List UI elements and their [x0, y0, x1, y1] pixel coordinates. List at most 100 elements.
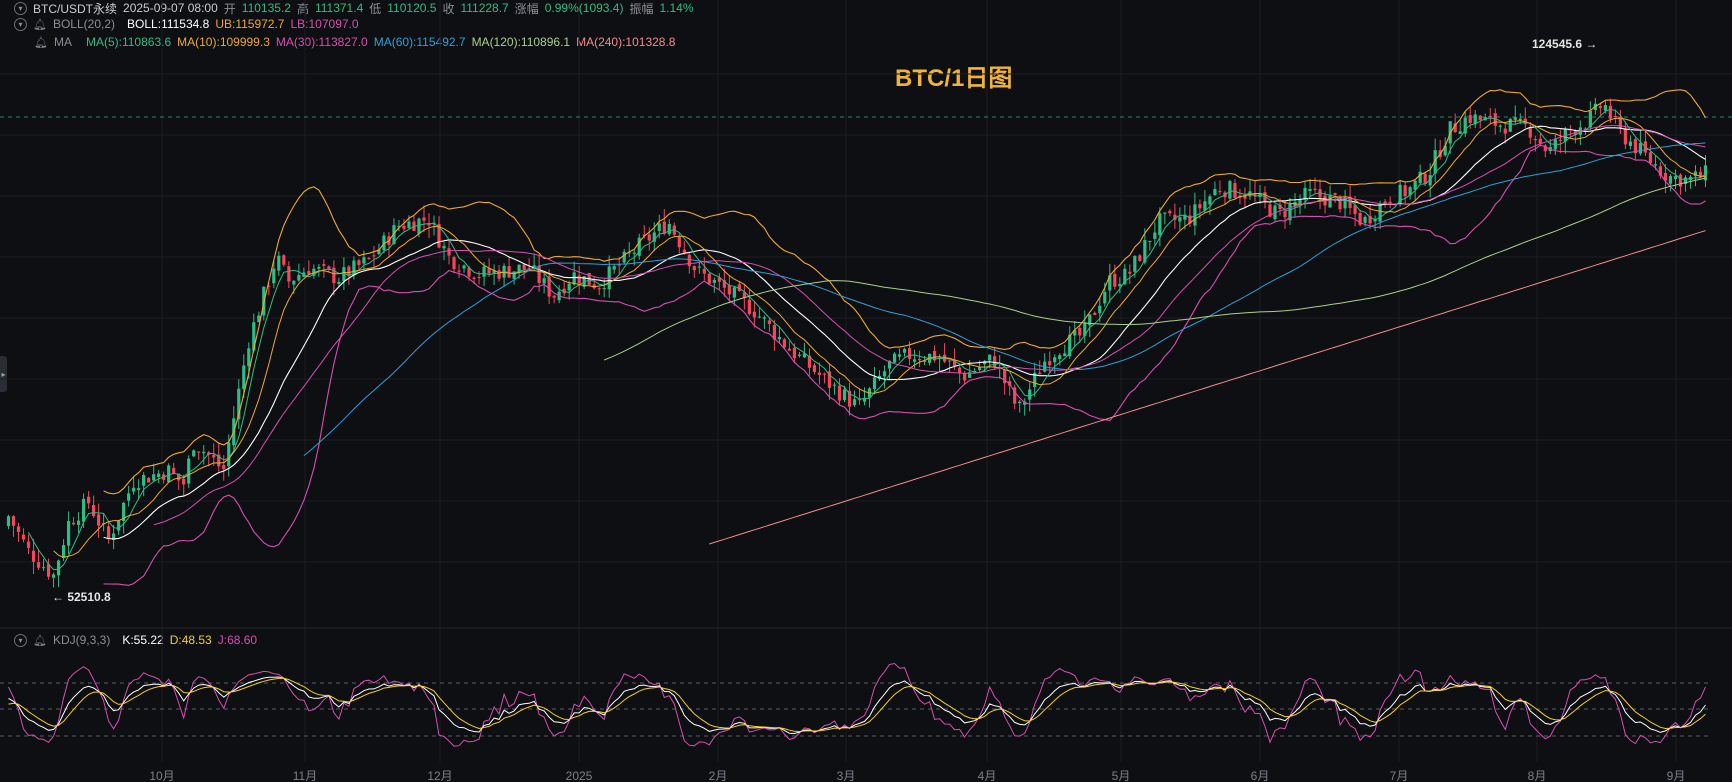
candle-body	[442, 245, 446, 249]
candle-body	[1128, 271, 1132, 274]
ma240-line	[709, 230, 1706, 545]
candle-body	[1668, 176, 1673, 184]
candle-body	[142, 475, 146, 486]
candle-body	[552, 295, 556, 298]
candle-body	[697, 266, 701, 268]
candle-body	[127, 493, 131, 501]
candle-body	[702, 268, 706, 274]
candle-body	[1053, 357, 1057, 363]
candle-body	[747, 299, 751, 314]
candle-body	[1418, 171, 1422, 183]
candle-body	[152, 474, 156, 481]
candle-body	[1478, 115, 1482, 120]
candle-body	[97, 514, 101, 526]
candle-body	[322, 264, 326, 266]
candle-body	[662, 221, 666, 234]
candle-body	[1678, 174, 1683, 187]
candle-body	[1603, 105, 1607, 111]
candle-body	[1113, 273, 1117, 287]
candle-body	[1538, 138, 1542, 144]
candle-body	[522, 264, 526, 270]
x-tick-label: 8月	[1528, 769, 1547, 782]
x-tick-label: 7月	[1390, 769, 1409, 782]
candle-body	[1628, 141, 1633, 146]
candle-body	[687, 254, 691, 267]
x-tick-label: 12月	[427, 769, 452, 782]
candle-body	[172, 467, 176, 474]
candle-body	[1458, 131, 1462, 134]
candle-body	[222, 465, 226, 470]
candle-body	[852, 399, 857, 406]
candle-body	[472, 277, 476, 279]
candle-body	[292, 280, 296, 285]
candle-body	[1533, 139, 1537, 141]
x-tick-label: 11月	[293, 769, 317, 782]
candle-body	[842, 389, 847, 401]
candle-body	[482, 266, 486, 277]
candle-body	[1218, 191, 1222, 193]
candle-body	[537, 266, 541, 284]
candle-body	[357, 260, 361, 266]
candle-body	[417, 218, 421, 234]
kdj-k-line	[8, 676, 1706, 735]
x-tick-label: 3月	[837, 769, 856, 782]
high-annotation: 124545.6 →	[1532, 37, 1597, 51]
candle-body	[817, 372, 822, 375]
ma120-line	[604, 177, 1706, 361]
candle-body	[797, 354, 802, 356]
candle-body	[958, 367, 962, 373]
candle-body	[792, 347, 797, 359]
kdj-j-line	[8, 662, 1706, 747]
candle-body	[36, 562, 41, 568]
candle-body	[677, 236, 681, 248]
candle-body	[402, 225, 406, 229]
candle-body	[277, 255, 281, 271]
candle-body	[1098, 305, 1102, 314]
candle-body	[107, 526, 111, 540]
candle-body	[367, 257, 371, 259]
candle-body	[282, 255, 286, 265]
candle-body	[1503, 128, 1507, 134]
x-tick-label: 10月	[149, 769, 174, 782]
candle-body	[1153, 232, 1157, 239]
candle-body	[92, 504, 96, 517]
candle-body	[1208, 196, 1212, 205]
candle-body	[837, 385, 842, 401]
ma60-line	[303, 142, 1706, 456]
candle-body	[457, 270, 461, 272]
candle-body	[247, 348, 251, 367]
candle-body	[427, 223, 431, 226]
candle-body	[76, 520, 81, 525]
candle-body	[1213, 189, 1217, 196]
candle-body	[1178, 217, 1182, 222]
candle-body	[1168, 210, 1172, 214]
candle-body	[1063, 353, 1067, 357]
candle-body	[1283, 211, 1287, 218]
candle-body	[1613, 115, 1617, 117]
candle-body	[1308, 189, 1312, 191]
candle-body	[707, 273, 711, 284]
candle-body	[117, 520, 121, 531]
candle-body	[212, 454, 216, 458]
candle-body	[1228, 181, 1232, 199]
low-annotation: ← 52510.8	[52, 590, 111, 604]
candle-body	[1133, 256, 1137, 272]
x-tick-label: 9月	[1667, 769, 1686, 782]
candle-body	[1298, 200, 1302, 205]
candle-body	[1198, 204, 1202, 209]
candle-body	[202, 451, 206, 454]
candle-body	[507, 266, 511, 278]
candle-body	[657, 223, 661, 231]
candle-body	[1148, 240, 1152, 242]
candle-body	[632, 252, 636, 254]
candle-body	[167, 465, 171, 483]
candle-body	[567, 283, 571, 291]
candle-body	[787, 348, 792, 351]
candle-body	[16, 526, 21, 532]
candle-body	[892, 353, 897, 363]
price-chart[interactable]: 10月 11月 12月 2025 2月 3月 4月 5月 6月 7月 8月 9月 124545.6 → ←…	[0, 0, 1732, 782]
candle-body	[1388, 201, 1392, 204]
candle-body	[61, 545, 66, 559]
boll-mid-line	[103, 125, 1706, 540]
x-tick-label: 2025	[566, 769, 593, 782]
